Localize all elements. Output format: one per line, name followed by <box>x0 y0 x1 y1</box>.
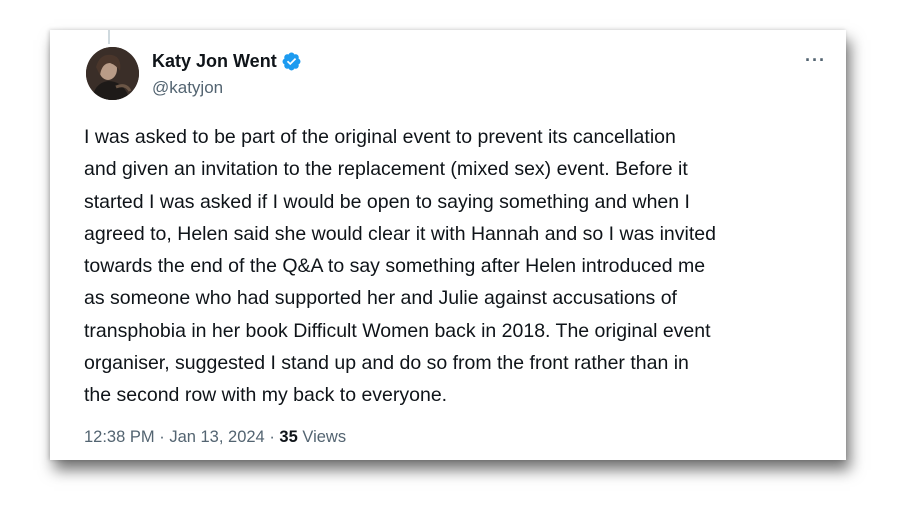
tweet-text: I was asked to be part of the original e… <box>84 126 716 407</box>
meta-separator: · <box>269 428 275 446</box>
more-options-icon[interactable]: ··· <box>805 50 826 71</box>
author-display-name[interactable]: Katy Jon Went <box>152 51 277 72</box>
thread-line <box>108 30 110 44</box>
meta-separator: · <box>159 428 165 446</box>
tweet-date[interactable]: Jan 13, 2024 <box>169 428 264 446</box>
views-label[interactable]: Views <box>302 428 346 446</box>
avatar[interactable] <box>86 47 139 100</box>
verified-badge-icon <box>281 51 302 72</box>
author-handle[interactable]: @katyjon <box>152 78 223 98</box>
tweet-metadata: 12:38 PM · Jan 13, 2024 · 35 Views <box>84 428 346 447</box>
tweet-time[interactable]: 12:38 PM <box>84 428 155 446</box>
views-count[interactable]: 35 <box>279 428 297 446</box>
tweet-card[interactable]: Katy Jon Went @katyjon ··· I was asked t… <box>50 30 846 460</box>
